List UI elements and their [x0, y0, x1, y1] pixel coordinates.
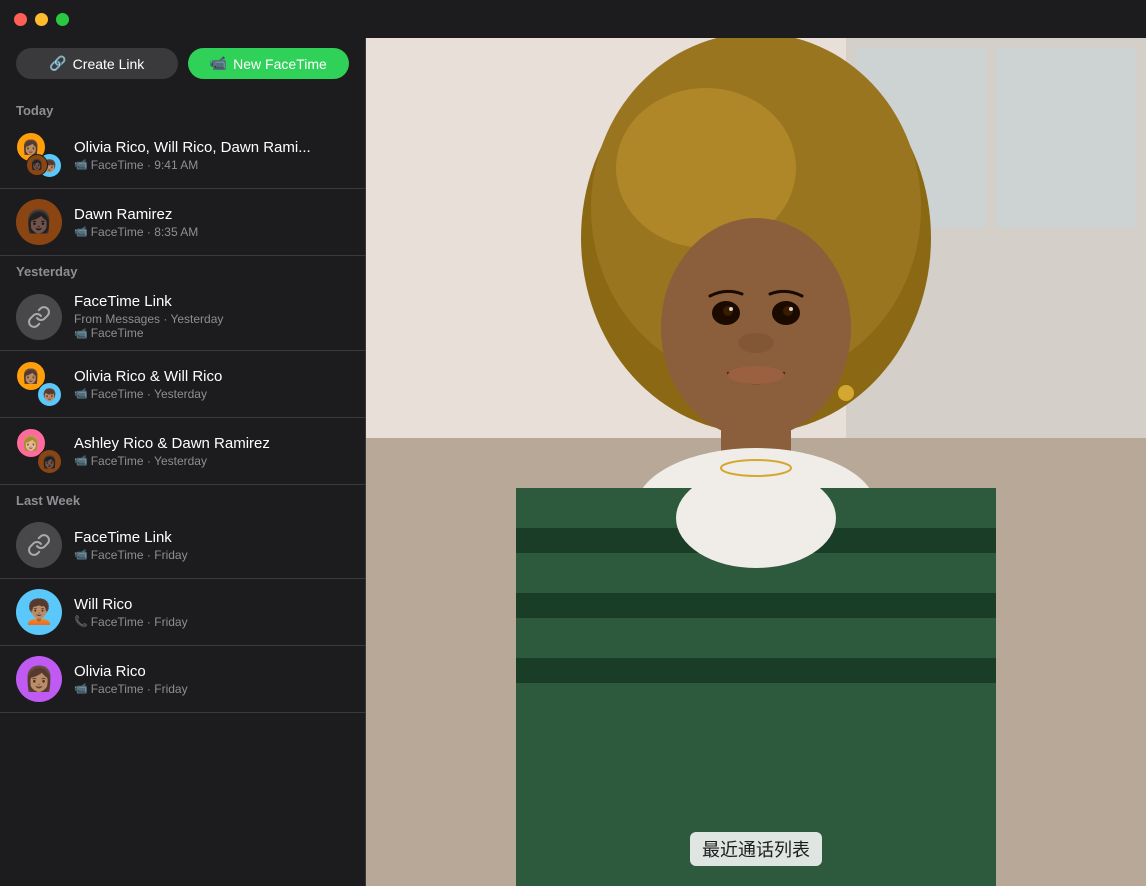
contact-sub-text-ad: FaceTime · Yesterday [91, 454, 207, 468]
contact-sub-dawn: 📹 FaceTime · 8:35 AM [74, 225, 349, 239]
contact-item-ashley-dawn[interactable]: 👩🏼 👩🏿 Ashley Rico & Dawn Ramirez 📹 FaceT… [0, 418, 365, 485]
avatar-olivia-will: 👩🏽 👦🏽 [16, 361, 62, 407]
contact-sub-text-will: FaceTime · Friday [91, 615, 188, 629]
contact-name-will: Will Rico [74, 596, 349, 613]
contact-info-link-2: FaceTime Link 📹 FaceTime · Friday [74, 529, 349, 562]
contact-sub-link-1a: From Messages · Yesterday [74, 312, 349, 326]
action-buttons: 🔗 Create Link 📹 New FaceTime [0, 38, 365, 95]
contact-sub-text-dawn: FaceTime · 8:35 AM [91, 225, 199, 239]
avatar-olivia-circle: 👩🏽 [16, 656, 62, 702]
contact-info-group-olivia: Olivia Rico, Will Rico, Dawn Rami... 📹 F… [74, 139, 349, 172]
avatar-will-circle: 🧑🏽‍🦱 [16, 589, 62, 635]
maximize-button[interactable] [56, 13, 69, 26]
video-icon-link2: 📹 [74, 548, 88, 561]
video-camera-icon: 📹 [210, 55, 227, 72]
avatar-ashley-dawn: 👩🏼 👩🏿 [16, 428, 62, 474]
sidebar: 🔗 Create Link 📹 New FaceTime Today 👩🏽 👦🏽… [0, 38, 365, 886]
contact-sub-olivia-will: 📹 FaceTime · Yesterday [74, 387, 349, 401]
create-link-label: Create Link [73, 56, 145, 72]
video-icon-3: 📹 [74, 387, 88, 400]
avatar-dawn-small: 👩🏿 [26, 154, 48, 176]
contact-sub-will: 📞 FaceTime · Friday [74, 615, 349, 629]
close-button[interactable] [14, 13, 27, 26]
contact-sub-link-2: 📹 FaceTime · Friday [74, 548, 349, 562]
avatar-dawn-circle: 👩🏿 [16, 199, 62, 245]
contact-info-olivia-will: Olivia Rico & Will Rico 📹 FaceTime · Yes… [74, 368, 349, 401]
contact-sub-olivia-solo: 📹 FaceTime · Friday [74, 682, 349, 696]
video-icon-4: 📹 [74, 454, 88, 467]
avatar-will-2: 👦🏽 [37, 382, 62, 407]
avatar-olivia-solo: 👩🏽 [16, 656, 62, 702]
new-facetime-button[interactable]: 📹 New FaceTime [188, 48, 350, 79]
right-panel: 最近通话列表 [366, 38, 1146, 886]
link-icon-circle-1 [16, 294, 62, 340]
phone-icon-will: 📞 [74, 615, 88, 628]
contact-item-facetime-link-2[interactable]: FaceTime Link 📹 FaceTime · Friday [0, 512, 365, 579]
background-photo: 最近通话列表 [366, 38, 1146, 886]
contact-info-dawn: Dawn Ramirez 📹 FaceTime · 8:35 AM [74, 206, 349, 239]
contact-name-link-1: FaceTime Link [74, 293, 349, 310]
contact-name-ashley-dawn: Ashley Rico & Dawn Ramirez [74, 435, 349, 452]
contact-sub-text-ow: FaceTime · Yesterday [91, 387, 207, 401]
title-bar [0, 0, 1146, 38]
contact-item-olivia-will[interactable]: 👩🏽 👦🏽 Olivia Rico & Will Rico 📹 FaceTime… [0, 351, 365, 418]
minimize-button[interactable] [35, 13, 48, 26]
avatar-link-1 [16, 294, 62, 340]
contact-name-olivia-will: Olivia Rico & Will Rico [74, 368, 349, 385]
contact-name-dawn: Dawn Ramirez [74, 206, 349, 223]
contact-item-dawn[interactable]: 👩🏿 Dawn Ramirez 📹 FaceTime · 8:35 AM [0, 189, 365, 256]
contact-item-group-olivia[interactable]: 👩🏽 👦🏽 👩🏿 Olivia Rico, Will Rico, Dawn Ra… [0, 122, 365, 189]
avatar-group-olivia: 👩🏽 👦🏽 👩🏿 [16, 132, 62, 178]
section-today: Today [0, 95, 365, 122]
avatar-will-3: 🧑🏽‍🦱 [16, 589, 62, 635]
contact-info-olivia-solo: Olivia Rico 📹 FaceTime · Friday [74, 663, 349, 696]
contact-sub-group-olivia: 📹 FaceTime · 9:41 AM [74, 158, 349, 172]
contact-sub-text-link-2: FaceTime · Friday [91, 548, 188, 562]
section-last-week: Last Week [0, 485, 365, 512]
avatar-dawn-2: 👩🏿 [37, 449, 62, 474]
video-icon-link1: 📹 [74, 327, 88, 340]
contact-item-facetime-link-1[interactable]: FaceTime Link From Messages · Yesterday … [0, 283, 365, 351]
section-yesterday: Yesterday [0, 256, 365, 283]
new-facetime-label: New FaceTime [233, 56, 327, 72]
video-icon-2: 📹 [74, 225, 88, 238]
contact-item-will[interactable]: 🧑🏽‍🦱 Will Rico 📞 FaceTime · Friday [0, 579, 365, 646]
contact-info-link-1: FaceTime Link From Messages · Yesterday … [74, 293, 349, 340]
contact-sub-text-1: FaceTime · 9:41 AM [91, 158, 199, 172]
avatar-dawn: 👩🏿 [16, 199, 62, 245]
contact-info-will: Will Rico 📞 FaceTime · Friday [74, 596, 349, 629]
main-layout: 🔗 Create Link 📹 New FaceTime Today 👩🏽 👦🏽… [0, 38, 1146, 886]
contact-item-olivia-solo[interactable]: 👩🏽 Olivia Rico 📹 FaceTime · Friday [0, 646, 365, 713]
contact-name-link-2: FaceTime Link [74, 529, 349, 546]
contact-sub-ashley-dawn: 📹 FaceTime · Yesterday [74, 454, 349, 468]
video-icon-1: 📹 [74, 158, 88, 171]
contact-sub-text-link-1a: From Messages · Yesterday [74, 312, 223, 326]
avatar-link-2 [16, 522, 62, 568]
contact-name-olivia-solo: Olivia Rico [74, 663, 349, 680]
contact-sub-link-1b: 📹 FaceTime [74, 326, 349, 340]
contact-sub-text-os: FaceTime · Friday [91, 682, 188, 696]
contact-sub-text-link-1b: FaceTime [91, 326, 144, 340]
contact-name-group-olivia: Olivia Rico, Will Rico, Dawn Rami... [74, 139, 349, 156]
caption-area: 最近通话列表 [690, 832, 822, 866]
caption-text: 最近通话列表 [690, 832, 822, 866]
video-icon-5: 📹 [74, 682, 88, 695]
link-icon: 🔗 [49, 55, 66, 72]
create-link-button[interactable]: 🔗 Create Link [16, 48, 178, 79]
link-icon-circle-2 [16, 522, 62, 568]
contact-info-ashley-dawn: Ashley Rico & Dawn Ramirez 📹 FaceTime · … [74, 435, 349, 468]
contact-list: Today 👩🏽 👦🏽 👩🏿 Olivia Rico, Will Rico, D… [0, 95, 365, 886]
